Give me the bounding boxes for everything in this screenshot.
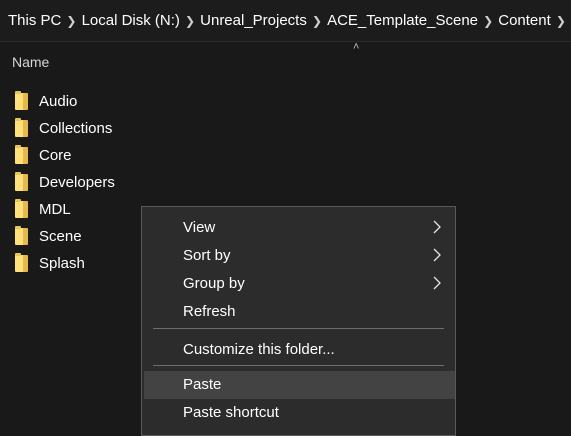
chevron-right-icon[interactable]: ❯ xyxy=(551,14,571,28)
menu-item-paste[interactable]: Paste xyxy=(144,371,455,399)
breadcrumb: This PC ❯ Local Disk (N:) ❯ Unreal_Proje… xyxy=(0,0,571,42)
folder-item-developers[interactable]: Developers xyxy=(15,169,115,196)
menu-item-view[interactable]: View xyxy=(142,214,455,242)
folder-icon xyxy=(15,253,28,272)
column-header-name[interactable]: Name xyxy=(12,54,49,70)
menu-item-label: View xyxy=(183,219,216,236)
folder-list: Audio Collections Core Developers MDL Sc… xyxy=(15,88,115,277)
folder-label: Splash xyxy=(39,255,85,272)
chevron-right-icon xyxy=(433,220,441,234)
chevron-right-icon xyxy=(433,276,441,290)
menu-divider xyxy=(153,365,444,366)
folder-label: Core xyxy=(39,147,72,164)
folder-icon xyxy=(15,91,28,110)
chevron-up-icon: ˄ xyxy=(353,41,360,53)
folder-icon xyxy=(15,226,28,245)
menu-item-refresh[interactable]: Refresh xyxy=(142,298,455,326)
folder-label: Collections xyxy=(39,120,113,137)
menu-item-paste-shortcut[interactable]: Paste shortcut xyxy=(142,399,455,427)
folder-item-scene[interactable]: Scene xyxy=(15,223,115,250)
folder-item-mdl[interactable]: MDL xyxy=(15,196,115,223)
breadcrumb-unreal-projects[interactable]: Unreal_Projects xyxy=(200,12,307,29)
folder-item-audio[interactable]: Audio xyxy=(15,88,115,115)
breadcrumb-this-pc[interactable]: This PC xyxy=(8,12,61,29)
folder-item-splash[interactable]: Splash xyxy=(15,250,115,277)
folder-icon xyxy=(15,172,28,191)
breadcrumb-content[interactable]: Content xyxy=(498,12,551,29)
menu-item-group-by[interactable]: Group by xyxy=(142,270,455,298)
chevron-right-icon xyxy=(433,248,441,262)
menu-item-sort-by[interactable]: Sort by xyxy=(142,242,455,270)
chevron-right-icon[interactable]: ❯ xyxy=(307,14,327,28)
breadcrumb-local-disk[interactable]: Local Disk (N:) xyxy=(82,12,180,29)
folder-item-core[interactable]: Core xyxy=(15,142,115,169)
menu-item-label: Sort by xyxy=(183,247,231,264)
menu-item-customize[interactable]: Customize this folder... xyxy=(142,336,455,364)
menu-item-label: Group by xyxy=(183,275,245,292)
breadcrumb-ace-template-scene[interactable]: ACE_Template_Scene xyxy=(327,12,478,29)
folder-label: Scene xyxy=(39,228,82,245)
folder-item-collections[interactable]: Collections xyxy=(15,115,115,142)
menu-divider xyxy=(153,328,444,329)
folder-icon xyxy=(15,199,28,218)
folder-icon xyxy=(15,145,28,164)
chevron-right-icon[interactable]: ❯ xyxy=(61,14,81,28)
menu-item-label: Paste shortcut xyxy=(183,404,279,421)
menu-item-label: Paste xyxy=(183,376,222,393)
context-menu: View Sort by Group by Refresh Customize … xyxy=(141,206,456,436)
folder-label: Developers xyxy=(39,174,115,191)
menu-item-label: Refresh xyxy=(183,303,236,320)
folder-icon xyxy=(15,118,28,137)
chevron-right-icon[interactable]: ❯ xyxy=(180,14,200,28)
folder-label: MDL xyxy=(39,201,71,218)
chevron-right-icon[interactable]: ❯ xyxy=(478,14,498,28)
folder-label: Audio xyxy=(39,93,78,110)
menu-item-label: Customize this folder... xyxy=(183,341,335,358)
